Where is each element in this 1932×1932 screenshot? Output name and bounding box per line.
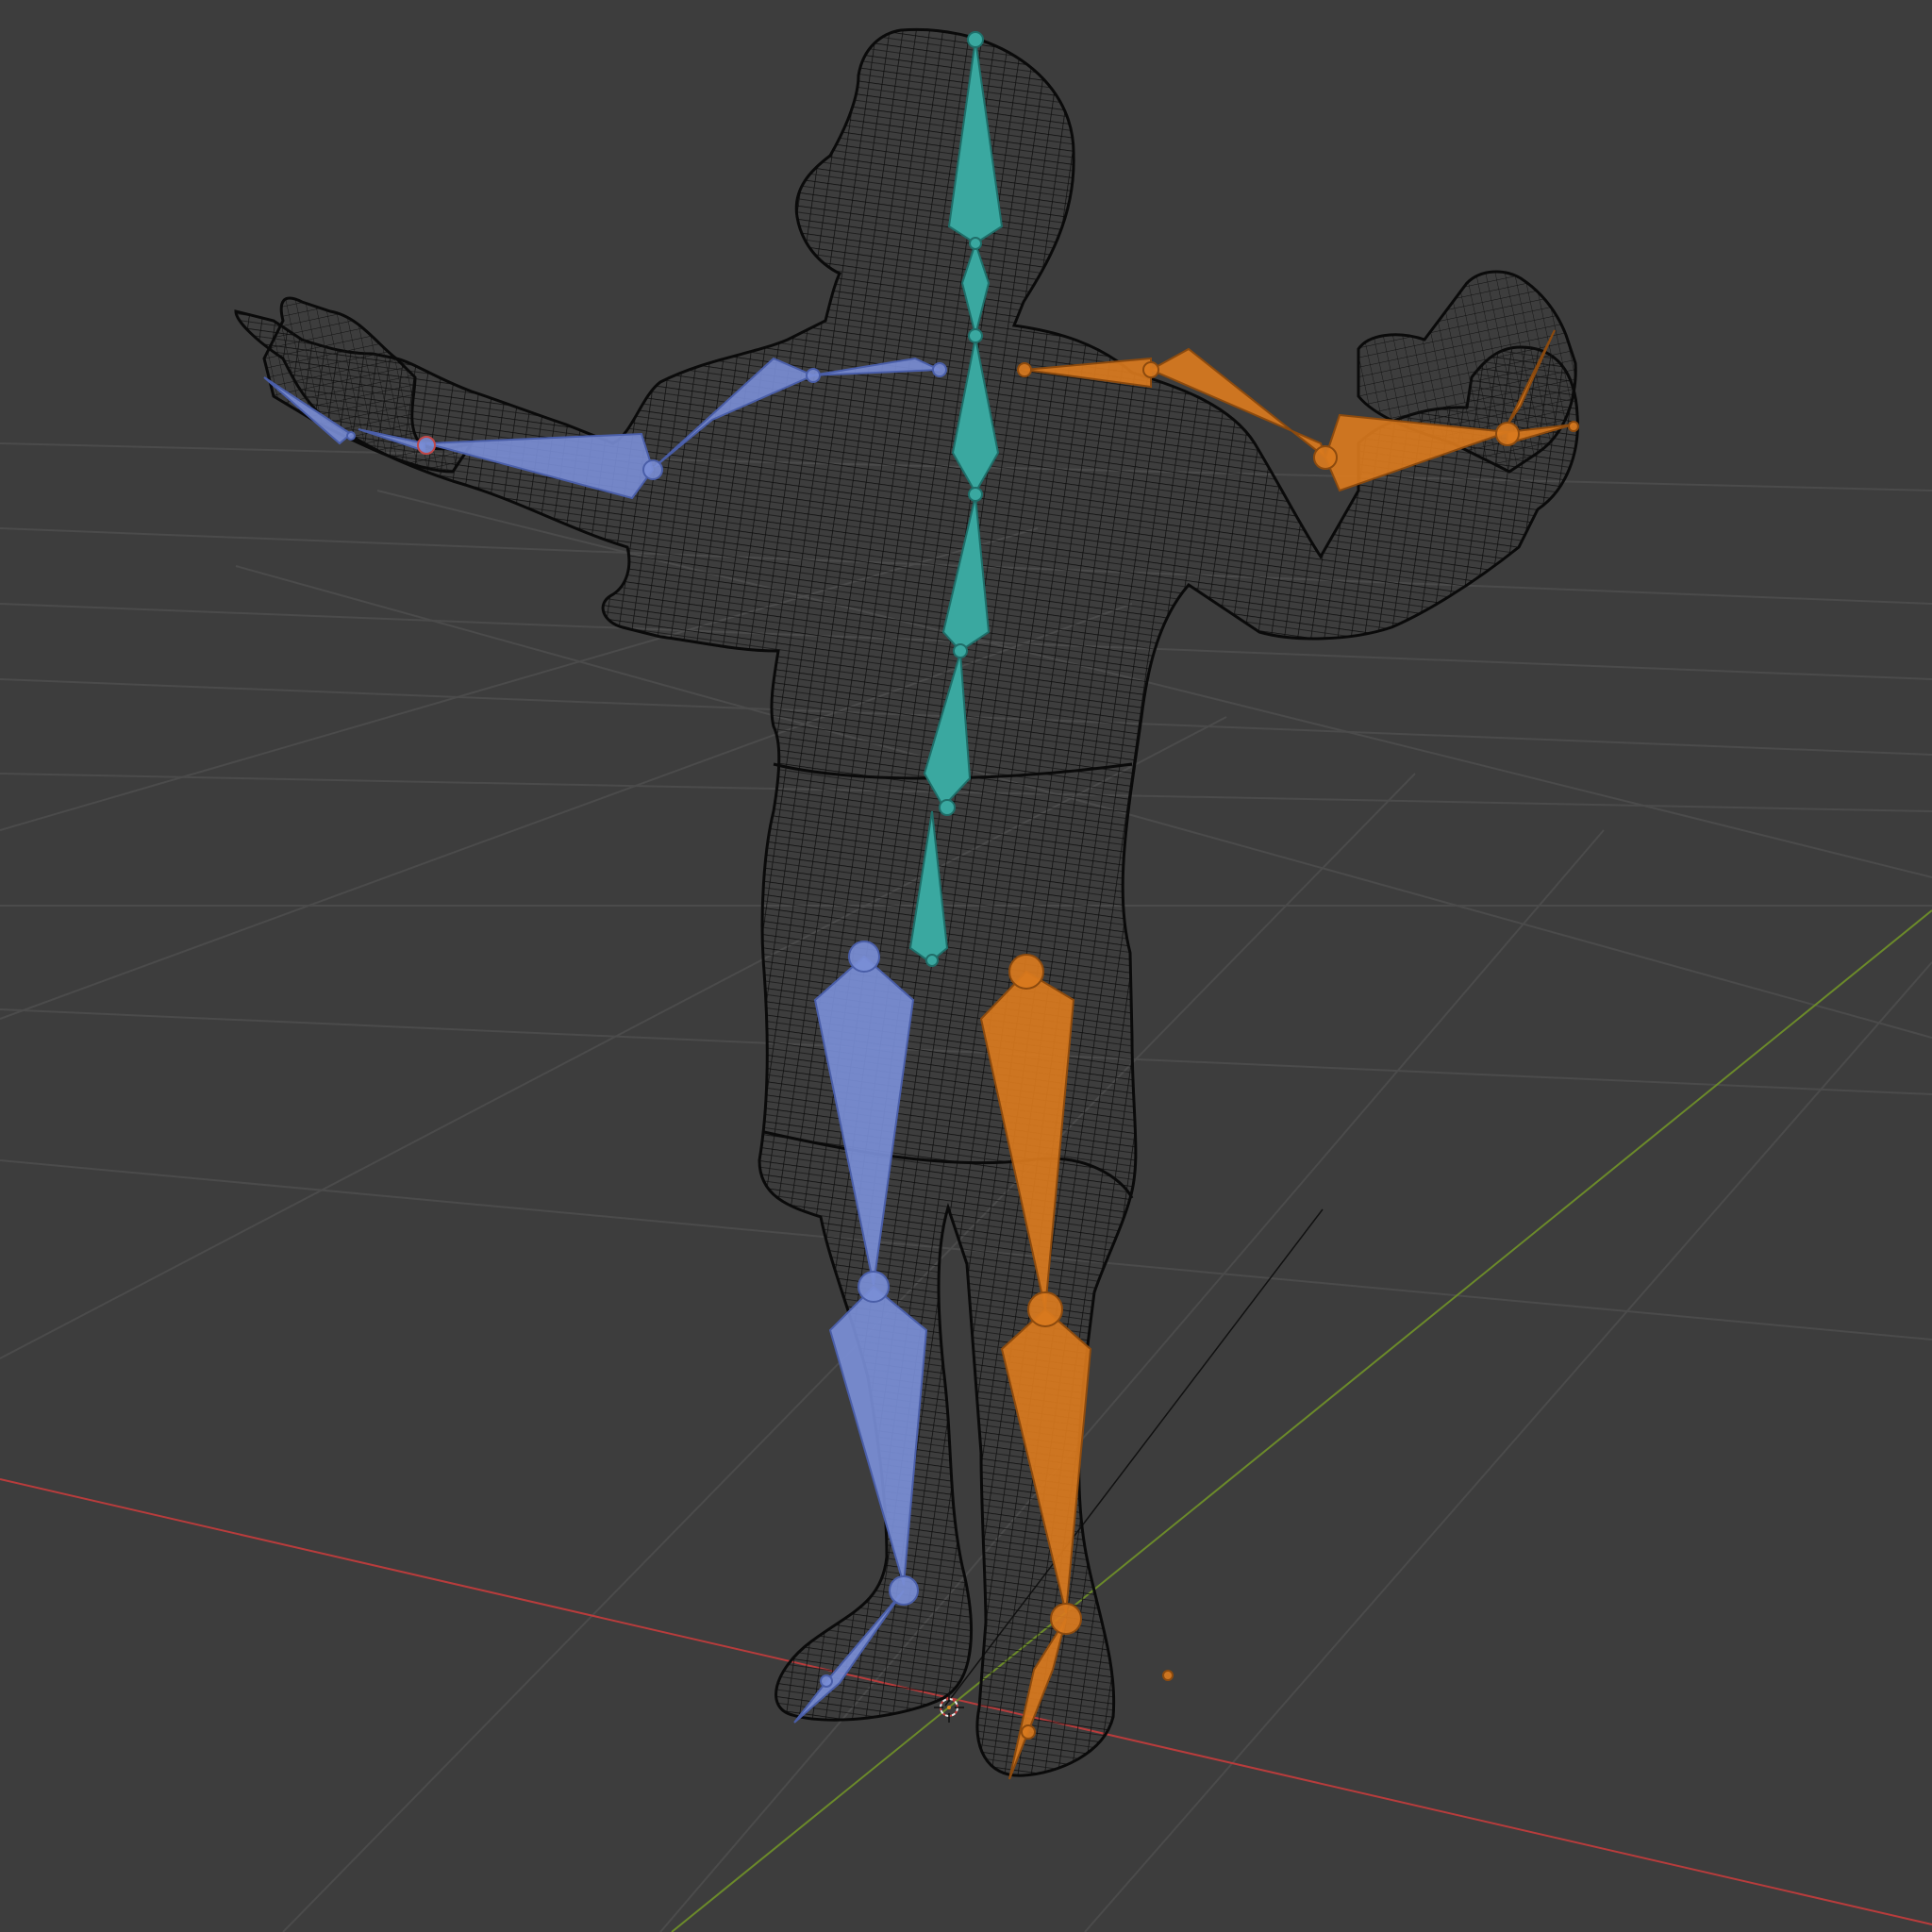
spine-joint-base xyxy=(925,954,939,967)
right-hip-joint xyxy=(1008,954,1044,990)
left-upper-arm-joint xyxy=(806,368,821,383)
left-shoulder-joint xyxy=(932,362,947,377)
right-elbow-joint xyxy=(1313,445,1338,470)
spine-joint-low xyxy=(953,643,968,658)
left-elbow-joint xyxy=(642,459,663,480)
left-hip-joint xyxy=(848,941,880,973)
viewport-canvas[interactable] xyxy=(0,0,1932,1932)
right-wrist-joint xyxy=(1495,422,1520,446)
left-toe-joint xyxy=(820,1674,833,1688)
spine-joint-neck xyxy=(969,237,982,250)
left-ankle-joint xyxy=(889,1575,919,1606)
x-axis-line xyxy=(0,1478,1932,1925)
3d-viewport[interactable] xyxy=(0,0,1932,1932)
spine-joint-head xyxy=(967,31,984,48)
right-knee-joint xyxy=(1027,1291,1063,1327)
right-ankle-joint xyxy=(1050,1603,1082,1635)
right-shoulder-joint xyxy=(1017,362,1032,377)
spine-joint-pelvis xyxy=(939,799,956,816)
right-upper-arm-joint xyxy=(1142,361,1159,378)
right-toe-joint xyxy=(1021,1724,1036,1740)
spine-joint-chest xyxy=(968,328,983,343)
spine-joint-mid xyxy=(968,487,983,502)
left-wrist-joint xyxy=(417,436,436,455)
left-knee-joint xyxy=(858,1271,890,1303)
